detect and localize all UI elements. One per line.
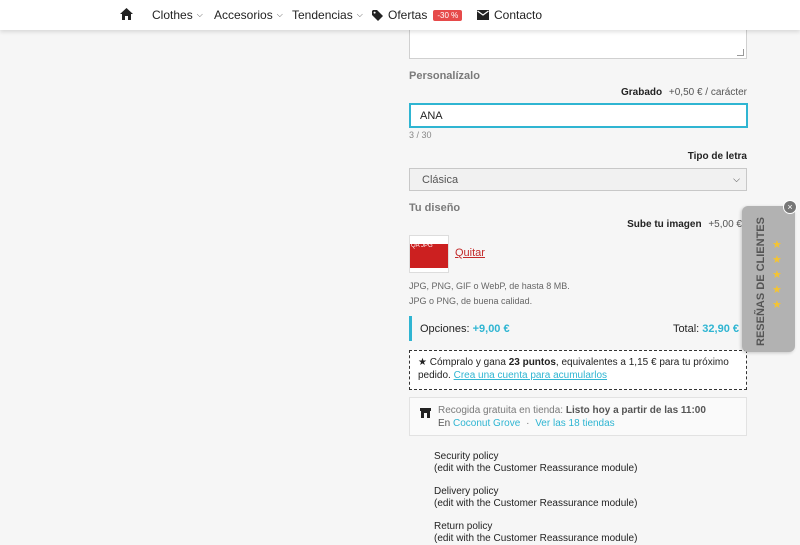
options-label: Opciones: <box>420 322 470 335</box>
thumbnail-caption: QA JPG <box>411 243 433 249</box>
discount-badge: -30 % <box>433 9 463 21</box>
nav-item-label: Tendencias <box>292 8 353 22</box>
remove-image-link[interactable]: Quitar <box>455 247 485 259</box>
total-summary: Total: 32,90 € <box>673 323 739 335</box>
font-label-row: Tipo de letra <box>688 151 747 162</box>
pickup-line-2: En Coconut Grove · Ver las 18 tiendas <box>438 417 736 430</box>
font-label: Tipo de letra <box>687 151 747 162</box>
policy-subtitle: (edit with the Customer Reassurance modu… <box>434 498 638 509</box>
star-icon: ★ <box>772 239 782 251</box>
policy-subtitle: (edit with the Customer Reassurance modu… <box>434 463 638 474</box>
engraving-input[interactable]: ANA <box>409 103 748 128</box>
engraving-label-row: Grabado +0,50 € / carácter <box>621 87 747 98</box>
engraving-price: +0,50 € / carácter <box>668 87 747 98</box>
loyalty-points-box: ★ Cómpralo y gana 23 puntos, equivalente… <box>409 350 747 390</box>
star-icon: ★ <box>772 299 782 311</box>
upload-hint-formats: JPG, PNG, GIF o WebP, de hasta 8 MB. <box>409 281 570 291</box>
review-stars: ★ ★ ★ ★ ★ <box>772 240 782 311</box>
pickup-prefix: En <box>438 418 451 429</box>
pickup-status: Listo hoy a partir de las 11:00 <box>565 405 706 416</box>
nav-item-tendencias[interactable]: Tendencias ⌵ <box>292 0 363 30</box>
chevron-down-icon: ⌵ <box>276 10 283 19</box>
star-icon: ★ <box>772 254 782 266</box>
star-icon: ★ <box>772 284 782 296</box>
chevron-down-icon: ⌵ <box>196 10 203 19</box>
nav-item-ofertas[interactable]: Ofertas -30 % <box>372 0 463 30</box>
delivery-policy: Delivery policy (edit with the Customer … <box>434 486 637 510</box>
design-title: Tu diseño <box>409 202 461 214</box>
nav-item-contacto[interactable]: Contacto <box>477 0 542 30</box>
engraving-input-value: ANA <box>420 109 443 122</box>
total-label: Total: <box>672 322 700 335</box>
nav-item-label: Clothes <box>152 8 193 22</box>
font-select[interactable]: Clásica ⌵ <box>409 168 747 191</box>
points-prefix: ★ Cómpralo y gana <box>418 357 506 368</box>
nav-item-accesorios[interactable]: Accesorios ⌵ <box>214 0 283 30</box>
pickup-line-1: Recogida gratuita en tienda: Listo hoy a… <box>438 404 736 417</box>
pickup-label: Recogida gratuita en tienda: <box>438 405 564 416</box>
nav-item-label: Accesorios <box>214 8 273 22</box>
pickup-store-link[interactable]: Coconut Grove <box>453 418 520 429</box>
security-policy: Security policy (edit with the Customer … <box>434 451 637 475</box>
price-summary: Opciones: +9,00 € Total: 32,90 € <box>409 316 747 341</box>
nav-item-clothes[interactable]: Clothes ⌵ <box>152 0 203 30</box>
chevron-down-icon: ⌵ <box>356 10 363 19</box>
create-account-link[interactable]: Crea una cuenta para acumularlos <box>454 370 607 381</box>
upload-label-row: Sube tu imagen +5,00 € <box>627 219 742 230</box>
nav-item-label: Ofertas <box>388 8 428 22</box>
store-icon <box>420 408 431 422</box>
personalize-title: Personalízalo <box>409 70 480 82</box>
engraving-counter: 3 / 30 <box>409 130 432 140</box>
return-policy: Return policy (edit with the Customer Re… <box>434 521 637 545</box>
top-navigation: Clothes ⌵ Accesorios ⌵ Tendencias ⌵ Ofer… <box>0 0 800 30</box>
reviews-tab-label: RESEÑAS DE CLIENTES <box>754 216 767 346</box>
resize-handle[interactable] <box>737 49 744 56</box>
all-stores-link[interactable]: Ver las 18 tiendas <box>535 418 615 429</box>
engraving-label: Grabado <box>620 87 663 98</box>
close-icon[interactable]: × <box>784 201 796 213</box>
mail-icon <box>477 10 489 20</box>
total-value: 32,90 € <box>702 322 739 335</box>
home-icon <box>120 7 133 23</box>
policy-title: Security policy <box>434 451 499 462</box>
pickup-separator: · <box>526 418 530 429</box>
font-select-value: Clásica <box>422 173 459 186</box>
nav-item-label: Contacto <box>494 8 543 22</box>
upload-label: Sube tu imagen <box>627 219 702 230</box>
home-link[interactable] <box>120 0 133 30</box>
policy-subtitle: (edit with the Customer Reassurance modu… <box>434 533 638 544</box>
options-value: +9,00 € <box>472 322 510 335</box>
store-pickup-box: Recogida gratuita en tienda: Listo hoy a… <box>409 397 747 436</box>
customer-reviews-tab[interactable]: RESEÑAS DE CLIENTES ★ ★ ★ ★ ★ <box>742 206 795 352</box>
points-amount: 23 puntos <box>508 357 556 368</box>
options-summary: Opciones: +9,00 € <box>420 323 510 335</box>
upload-price: +5,00 € <box>708 219 742 230</box>
policy-title: Return policy <box>434 521 493 532</box>
tag-icon <box>372 9 383 21</box>
policy-title: Delivery policy <box>434 486 499 497</box>
uploaded-image-thumbnail: QA JPG <box>409 235 449 273</box>
star-icon: ★ <box>772 269 782 281</box>
upload-hint-quality: JPG o PNG, de buena calidad. <box>409 296 533 306</box>
chevron-down-icon: ⌵ <box>733 174 740 184</box>
